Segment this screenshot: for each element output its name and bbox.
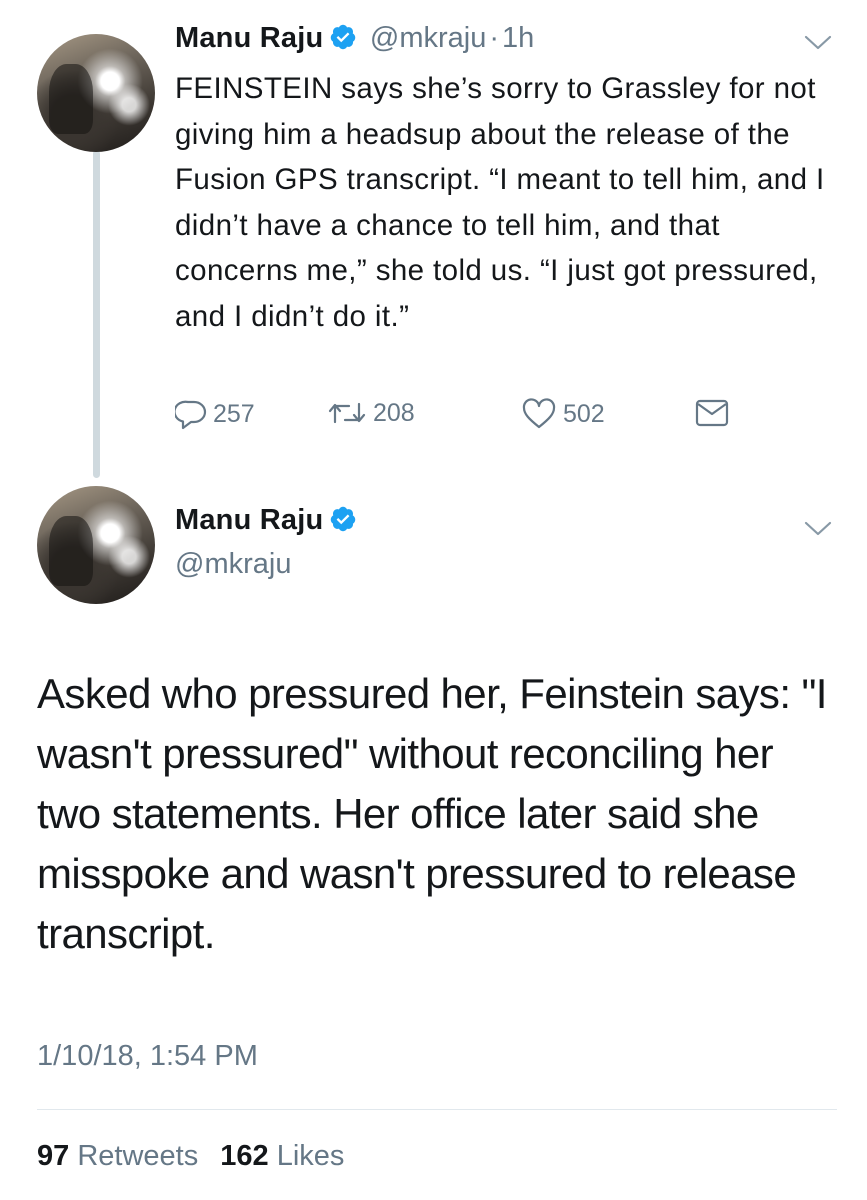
envelope-icon — [695, 398, 729, 428]
divider — [37, 1109, 837, 1110]
tweet-stats: 97 Retweets 162 Likes — [37, 1140, 344, 1173]
retweet-count: 208 — [373, 398, 415, 427]
tweet-action-bar: 257 208 502 — [175, 398, 745, 438]
parent-tweet-text: FEINSTEIN says she’s sorry to Grassley f… — [175, 72, 825, 333]
main-tweet-text: Asked who pressured her, Feinstein says:… — [37, 670, 827, 957]
likes-count: 162 — [220, 1140, 269, 1172]
tweet-detail-page: Manu Raju @mkraju · 1h FEINSTEIN says she’… — [0, 0, 867, 1200]
verified-badge-icon — [329, 505, 357, 538]
reply-count: 257 — [213, 399, 255, 428]
parent-tweet-header: Manu Raju @mkraju · 1h — [175, 22, 534, 56]
likes-label: Likes — [276, 1140, 345, 1172]
author-handle[interactable]: @mkraju — [175, 548, 291, 581]
chevron-down-icon[interactable] — [803, 520, 833, 543]
reply-icon — [175, 398, 207, 430]
like-count: 502 — [563, 399, 605, 428]
heart-icon — [521, 398, 557, 430]
time-separator: · — [489, 22, 499, 54]
tweet-time[interactable]: 1h — [502, 22, 534, 54]
thread-connector-line — [93, 150, 100, 478]
main-tweet-author: Manu Raju — [175, 504, 357, 538]
author-handle[interactable]: @mkraju — [370, 22, 486, 54]
likes-stat[interactable]: 162 Likes — [220, 1140, 344, 1172]
direct-message-button[interactable] — [695, 398, 729, 428]
chevron-down-icon[interactable] — [803, 34, 833, 57]
avatar[interactable] — [37, 34, 155, 152]
reply-button[interactable]: 257 — [175, 398, 255, 430]
author-name[interactable]: Manu Raju — [175, 504, 323, 536]
retweets-label: Retweets — [77, 1140, 199, 1172]
retweet-button[interactable]: 208 — [327, 398, 415, 428]
author-name[interactable]: Manu Raju — [175, 22, 323, 54]
avatar[interactable] — [37, 486, 155, 604]
retweets-count: 97 — [37, 1140, 70, 1172]
verified-badge-icon — [329, 23, 357, 56]
retweet-icon — [327, 398, 367, 428]
like-button[interactable]: 502 — [521, 398, 605, 430]
retweets-stat[interactable]: 97 Retweets — [37, 1140, 198, 1172]
tweet-timestamp: 1/10/18, 1:54 PM — [37, 1040, 258, 1072]
